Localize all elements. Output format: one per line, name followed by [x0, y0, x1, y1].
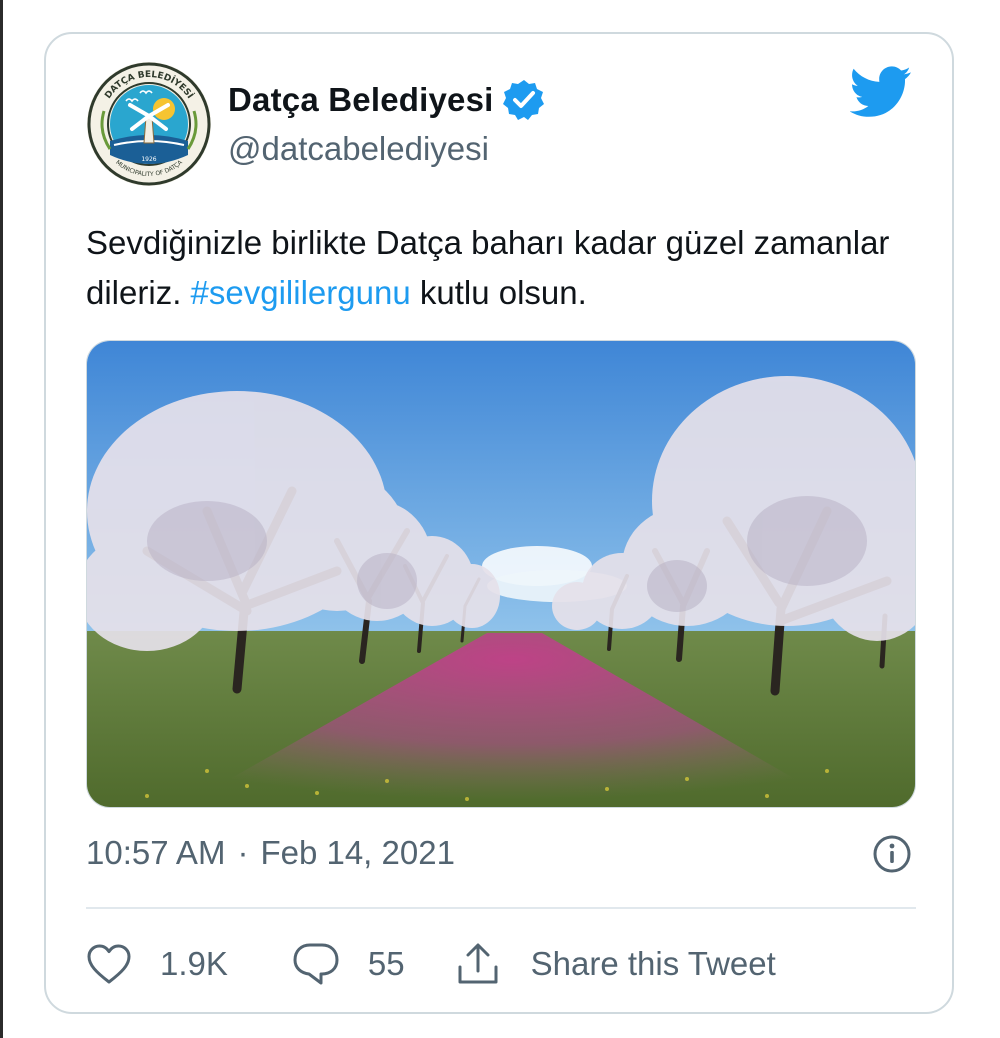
- twitter-bird-icon[interactable]: [850, 66, 912, 118]
- tweet-time[interactable]: 10:57 AM: [86, 834, 225, 872]
- tweet-text: Sevdiğinizle birlikte Datça baharı kadar…: [86, 218, 926, 318]
- user-handle[interactable]: @datcabelediyesi: [228, 130, 489, 168]
- speech-bubble-icon: [293, 943, 339, 985]
- tweet-photo[interactable]: [86, 340, 916, 808]
- avatar[interactable]: DATÇA BELEDİYESİ MUNICIPALITY OF DATÇA 1…: [86, 61, 212, 187]
- reply-count: 55: [367, 945, 405, 982]
- author-name-row[interactable]: Datça Belediyesi: [228, 78, 546, 122]
- action-bar: 1.9K 55 Share this Tweet: [86, 934, 776, 994]
- verified-badge-icon: [502, 80, 544, 120]
- tweet-timestamp[interactable]: 10:57 AM · Feb 14, 2021: [86, 834, 455, 872]
- hashtag-link[interactable]: #sevgililergunu: [191, 274, 411, 311]
- info-icon[interactable]: [872, 834, 912, 874]
- share-label: Share this Tweet: [530, 945, 776, 982]
- timestamp-separator: ·: [237, 834, 249, 871]
- tweet-date[interactable]: Feb 14, 2021: [260, 834, 455, 872]
- reply-button[interactable]: 55: [292, 941, 405, 987]
- tweet-text-end: kutlu olsun.: [410, 274, 587, 311]
- display-name[interactable]: Datça Belediyesi: [228, 81, 494, 119]
- screen-edge: [0, 0, 3, 1038]
- divider: [86, 907, 916, 909]
- like-count: 1.9K: [160, 945, 228, 982]
- share-button[interactable]: Share this Tweet: [455, 941, 776, 987]
- share-upload-icon: [458, 943, 498, 984]
- logo-year: 1926: [141, 156, 156, 163]
- heart-icon: [87, 944, 131, 984]
- like-button[interactable]: 1.9K: [86, 943, 228, 985]
- embedded-tweet-card[interactable]: DATÇA BELEDİYESİ MUNICIPALITY OF DATÇA 1…: [44, 32, 954, 1014]
